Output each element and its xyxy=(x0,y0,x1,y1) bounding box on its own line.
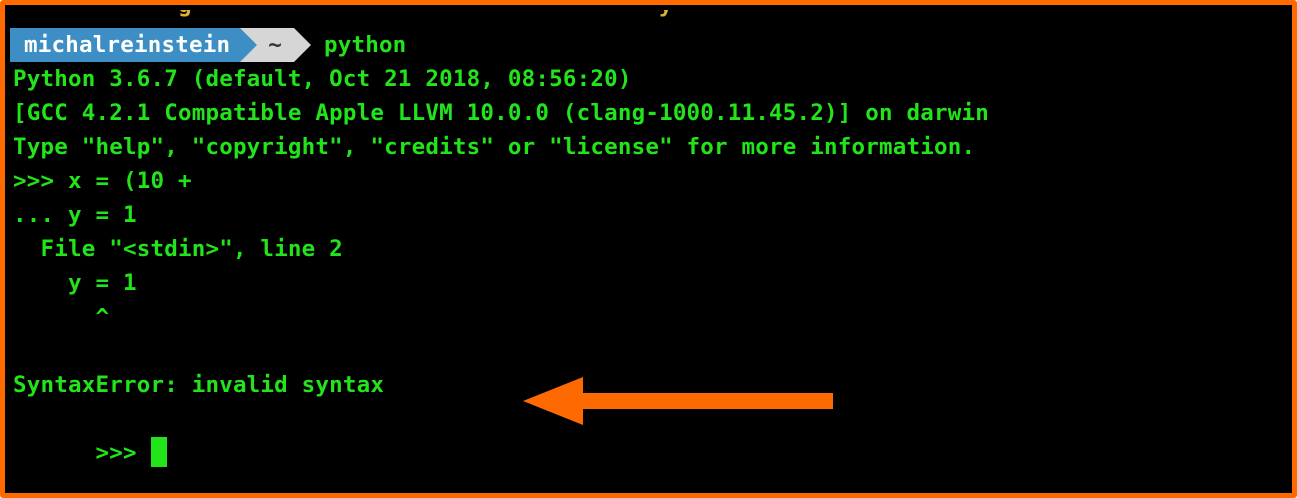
traceback-file-line: File "<stdin>", line 2 xyxy=(13,236,343,262)
shell-prompt: michalreinstein ~ python xyxy=(10,28,406,62)
python-version-line: Python 3.6.7 (default, Oct 21 2018, 08:5… xyxy=(13,66,632,92)
cut-off-previous-line: g y xyxy=(13,10,673,22)
left-arrow-icon xyxy=(523,377,833,425)
repl-prompt: >>> xyxy=(95,440,137,466)
repl-continuation-line: ... y = 1 xyxy=(13,202,137,228)
block-cursor xyxy=(150,436,167,467)
repl-prompt-line[interactable]: >>> xyxy=(13,402,167,467)
screenshot-frame: g y michalreinstein ~ python Python 3.6.… xyxy=(0,0,1297,498)
repl-input-line-1: >>> x = (10 + xyxy=(13,168,192,194)
compiler-info-line: [GCC 4.2.1 Compatible Apple LLVM 10.0.0 … xyxy=(13,100,989,126)
help-hint-line: Type "help", "copyright", "credits" or "… xyxy=(13,134,976,160)
traceback-code-line: y = 1 xyxy=(13,270,137,296)
traceback-caret-line: ^ xyxy=(13,304,110,330)
syntax-error-message: SyntaxError: invalid syntax xyxy=(13,372,385,398)
prompt-user-segment: michalreinstein xyxy=(10,28,258,62)
